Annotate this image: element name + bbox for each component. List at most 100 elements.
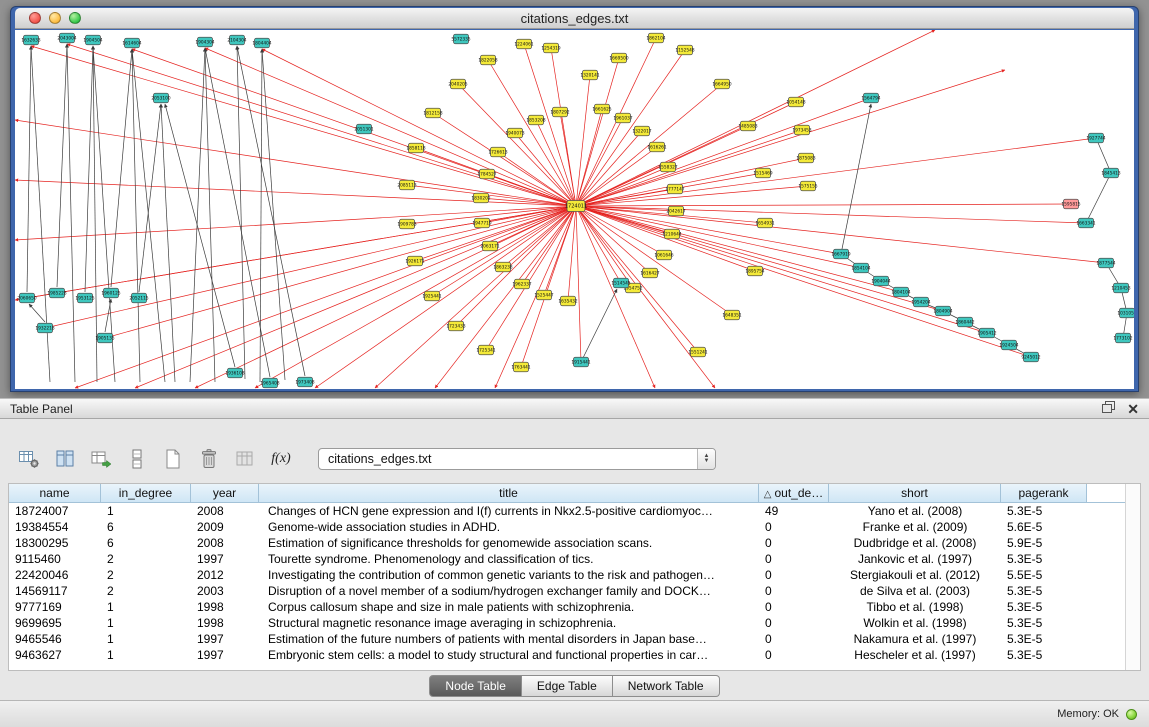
graph-node[interactable]: 1858118: [406, 143, 425, 153]
cell-title[interactable]: Structural magnetic resonance image aver…: [259, 615, 759, 631]
graph-node[interactable]: 2060650: [17, 293, 36, 303]
network-canvas[interactable]: 1807292185320819400731726613178452718302…: [15, 30, 1134, 389]
cell-short[interactable]: Stergiakouli et al. (2012): [829, 567, 1001, 583]
graph-node[interactable]: 1807292: [550, 107, 569, 117]
graph-node[interactable]: 1845413: [1101, 168, 1120, 178]
cell-title[interactable]: Estimation of the future numbers of pati…: [259, 631, 759, 647]
graph-node[interactable]: 1784527: [477, 169, 496, 179]
graph-node[interactable]: 1763441: [511, 362, 530, 372]
graph-node[interactable]: 1940073: [505, 128, 524, 138]
graph-node[interactable]: 1924504: [999, 340, 1018, 350]
table-row[interactable]: 1872400712008Changes of HCN gene express…: [9, 503, 1140, 519]
graph-node[interactable]: 1960125: [101, 288, 120, 298]
graph-node[interactable]: 1932218: [35, 323, 54, 333]
graph-node[interactable]: 1965408: [260, 378, 279, 388]
graph-node[interactable]: 1667919: [831, 249, 850, 259]
graph-node[interactable]: 1877544: [1096, 258, 1115, 268]
graph-node[interactable]: 1551241: [688, 347, 707, 357]
graph-node[interactable]: 1635432: [558, 296, 577, 306]
cell-name[interactable]: 9115460: [9, 551, 101, 567]
graph-node[interactable]: 1322017: [632, 126, 651, 136]
table-row[interactable]: 946554611997Estimation of the future num…: [9, 631, 1140, 647]
graph-hub-node[interactable]: 1724011: [565, 201, 587, 212]
cell-out_degree[interactable]: 0: [759, 583, 829, 599]
graph-node[interactable]: 1804404: [252, 38, 271, 48]
graph-node[interactable]: 1954204: [911, 297, 930, 307]
graph-node[interactable]: 1661625: [592, 104, 611, 114]
graph-node[interactable]: 1254319: [541, 43, 560, 53]
function-builder-icon[interactable]: f(x): [268, 446, 294, 472]
graph-node[interactable]: 1152548: [675, 45, 694, 55]
cell-name[interactable]: 9699695: [9, 615, 101, 631]
network-view[interactable]: 1807292185320819400731726613178452718302…: [15, 30, 1134, 389]
graph-node[interactable]: 1632633: [21, 35, 40, 45]
cell-in_degree[interactable]: 1: [101, 631, 191, 647]
graph-node[interactable]: 1860442: [955, 317, 974, 327]
cell-pagerank[interactable]: 5.3E-5: [1001, 551, 1087, 567]
column-header-out_degree[interactable]: △out_de…: [759, 484, 829, 503]
graph-node[interactable]: 1904504: [83, 35, 102, 45]
graph-node[interactable]: 1812158: [423, 108, 442, 118]
tab-edge-table[interactable]: Edge Table: [522, 675, 613, 697]
graph-node[interactable]: 1595815: [1061, 199, 1080, 209]
cell-name[interactable]: 14569117: [9, 583, 101, 599]
import-table-icon[interactable]: [232, 446, 258, 472]
new-table-icon[interactable]: [160, 446, 186, 472]
graph-node[interactable]: 1905135: [95, 333, 114, 343]
graph-node[interactable]: 1777147: [665, 184, 684, 194]
table-row[interactable]: 2242004622012Investigating the contribut…: [9, 567, 1140, 583]
cell-pagerank[interactable]: 5.5E-5: [1001, 567, 1087, 583]
cell-year[interactable]: 2009: [191, 519, 259, 535]
cell-pagerank[interactable]: 5.6E-5: [1001, 519, 1087, 535]
table-settings-icon[interactable]: [16, 446, 42, 472]
graph-node[interactable]: 1210453: [1111, 283, 1130, 293]
graph-node[interactable]: 2042617: [666, 206, 685, 216]
graph-node[interactable]: 1485083: [738, 121, 757, 131]
graph-node[interactable]: 1953125: [75, 293, 94, 303]
graph-node[interactable]: 1904304: [195, 37, 214, 47]
cell-short[interactable]: Dudbridge et al. (2008): [829, 535, 1001, 551]
cell-year[interactable]: 1998: [191, 615, 259, 631]
cell-year[interactable]: 2008: [191, 535, 259, 551]
graph-node[interactable]: 1973453: [792, 125, 811, 135]
cell-short[interactable]: Franke et al. (2009): [829, 519, 1001, 535]
graph-node[interactable]: 2085113: [397, 180, 416, 190]
edit-columns-icon[interactable]: [88, 446, 114, 472]
cell-in_degree[interactable]: 2: [101, 583, 191, 599]
cell-year[interactable]: 2008: [191, 503, 259, 519]
cell-title[interactable]: Disruption of a novel member of a sodium…: [259, 583, 759, 599]
cell-out_degree[interactable]: 0: [759, 615, 829, 631]
graph-node[interactable]: 1514545: [611, 278, 630, 288]
column-header-title[interactable]: title: [259, 484, 759, 503]
cell-in_degree[interactable]: 6: [101, 535, 191, 551]
cell-in_degree[interactable]: 6: [101, 519, 191, 535]
graph-node[interactable]: 2043004: [57, 33, 76, 43]
graph-node[interactable]: 1669500: [609, 53, 628, 63]
table-row[interactable]: 1938455462009Genome-wide association stu…: [9, 519, 1140, 535]
table-scrollbar[interactable]: [1125, 484, 1140, 670]
cell-in_degree[interactable]: 2: [101, 551, 191, 567]
cell-name[interactable]: 9465546: [9, 631, 101, 647]
cell-title[interactable]: Corpus callosum shape and size in male p…: [259, 599, 759, 615]
graph-node[interactable]: 1616261: [647, 142, 666, 152]
cell-title[interactable]: Genome-wide association studies in ADHD.: [259, 519, 759, 535]
cell-out_degree[interactable]: 0: [759, 647, 829, 663]
graph-node[interactable]: 1947719: [472, 218, 491, 228]
graph-node[interactable]: 1822058: [478, 55, 497, 65]
cell-title[interactable]: Embryonic stem cells: a model to study s…: [259, 647, 759, 663]
cell-pagerank[interactable]: 5.3E-5: [1001, 631, 1087, 647]
cell-in_degree[interactable]: 1: [101, 615, 191, 631]
graph-node[interactable]: 1664950: [712, 79, 731, 89]
graph-node[interactable]: 9245012: [1021, 352, 1040, 362]
cell-name[interactable]: 19384554: [9, 519, 101, 535]
table-row[interactable]: 946362711997Embryonic stem cells: a mode…: [9, 647, 1140, 663]
cell-short[interactable]: Hescheler et al. (1997): [829, 647, 1001, 663]
cell-year[interactable]: 1998: [191, 599, 259, 615]
graph-node[interactable]: 1210644: [662, 229, 681, 239]
table-selector-dropdown[interactable]: citations_edges.txt ▲▼: [318, 448, 716, 470]
cell-out_degree[interactable]: 0: [759, 567, 829, 583]
cell-in_degree[interactable]: 2: [101, 567, 191, 583]
graph-node[interactable]: 1773102: [1113, 333, 1132, 343]
graph-node[interactable]: 1575155: [798, 181, 817, 191]
cell-out_degree[interactable]: 0: [759, 599, 829, 615]
